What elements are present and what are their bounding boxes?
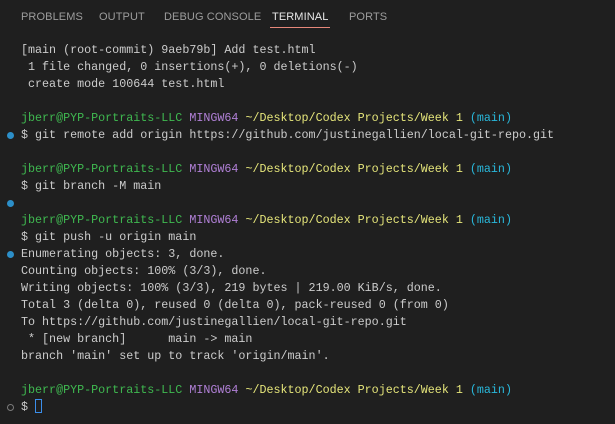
terminal-line: jberr@PYP-Portraits-LLC MINGW64 ~/Deskto… [0, 110, 615, 127]
terminal-line: $ git remote add origin https://github.c… [0, 127, 615, 144]
prompt-segment-yellow: ~/Desktop/Codex Projects/Week 1 [245, 383, 470, 397]
terminal-text: $ git push -u origin main [21, 230, 197, 244]
terminal-line: Total 3 (delta 0), reused 0 (delta 0), p… [0, 297, 615, 314]
tab-output[interactable]: OUTPUT [99, 11, 145, 23]
panel-tab-bar: PROBLEMS OUTPUT DEBUG CONSOLE TERMINAL P… [0, 0, 615, 34]
terminal-line: Writing objects: 100% (3/3), 219 bytes |… [0, 280, 615, 297]
terminal-line: * [new branch] main -> main [0, 331, 615, 348]
terminal-line: create mode 100644 test.html [0, 76, 615, 93]
command-decoration-success-icon[interactable] [7, 251, 14, 258]
command-decoration-pending-icon[interactable] [7, 404, 14, 411]
command-decoration-success-icon[interactable] [7, 132, 14, 139]
terminal-output[interactable]: [main (root-commit) 9aeb79b] Add test.ht… [0, 42, 615, 416]
terminal-line: $ git push -u origin main [0, 229, 615, 246]
prompt-segment-yellow: ~/Desktop/Codex Projects/Week 1 [245, 162, 470, 176]
terminal-line: jberr@PYP-Portraits-LLC MINGW64 ~/Deskto… [0, 382, 615, 399]
prompt-segment-yellow: ~/Desktop/Codex Projects/Week 1 [245, 111, 470, 125]
command-decoration-success-icon[interactable] [7, 200, 14, 207]
terminal-text: 1 file changed, 0 insertions(+), 0 delet… [21, 60, 358, 74]
tab-terminal[interactable]: TERMINAL [269, 11, 331, 28]
terminal-text: Total 3 (delta 0), reused 0 (delta 0), p… [21, 298, 449, 312]
terminal-line [0, 195, 615, 212]
prompt-segment-green: jberr@PYP-Portraits-LLC [21, 213, 190, 227]
prompt-segment-green: jberr@PYP-Portraits-LLC [21, 111, 190, 125]
terminal-text: $ git branch -M main [21, 179, 162, 193]
terminal-line: [main (root-commit) 9aeb79b] Add test.ht… [0, 42, 615, 59]
tab-debug-console[interactable]: DEBUG CONSOLE [164, 11, 261, 23]
terminal-text: Writing objects: 100% (3/3), 219 bytes |… [21, 281, 442, 295]
terminal-line: To https://github.com/justinegallien/loc… [0, 314, 615, 331]
terminal-text: [main (root-commit) 9aeb79b] Add test.ht… [21, 43, 316, 57]
terminal-line: 1 file changed, 0 insertions(+), 0 delet… [0, 59, 615, 76]
terminal-line: Enumerating objects: 3, done. [0, 246, 615, 263]
terminal-line: Counting objects: 100% (3/3), done. [0, 263, 615, 280]
terminal-text: create mode 100644 test.html [21, 77, 225, 91]
terminal-line: jberr@PYP-Portraits-LLC MINGW64 ~/Deskto… [0, 212, 615, 229]
prompt-segment-green: jberr@PYP-Portraits-LLC [21, 383, 190, 397]
prompt-segment-green: jberr@PYP-Portraits-LLC [21, 162, 190, 176]
prompt-segment-purple: MINGW64 [189, 162, 246, 176]
prompt-segment-cyan: (main) [469, 162, 512, 176]
terminal-cursor[interactable] [35, 399, 43, 413]
prompt-segment-cyan: (main) [469, 111, 512, 125]
prompt-segment-purple: MINGW64 [189, 383, 246, 397]
tab-ports[interactable]: PORTS [349, 11, 387, 23]
prompt-segment-cyan: (main) [469, 383, 512, 397]
prompt-segment-cyan: (main) [469, 213, 512, 227]
prompt-segment-yellow: ~/Desktop/Codex Projects/Week 1 [245, 213, 470, 227]
terminal-line: $ git branch -M main [0, 178, 615, 195]
terminal-text: Enumerating objects: 3, done. [21, 247, 225, 261]
terminal-text: * [new branch] main -> main [21, 332, 253, 346]
tab-problems[interactable]: PROBLEMS [21, 11, 83, 23]
terminal-text: $ [21, 400, 36, 414]
terminal-text: branch 'main' set up to track 'origin/ma… [21, 349, 330, 363]
terminal-text: $ git remote add origin https://github.c… [21, 128, 555, 142]
terminal-line: jberr@PYP-Portraits-LLC MINGW64 ~/Deskto… [0, 161, 615, 178]
terminal-text: Counting objects: 100% (3/3), done. [21, 264, 267, 278]
prompt-segment-purple: MINGW64 [189, 111, 246, 125]
terminal-line: $ [0, 399, 615, 416]
terminal-line: branch 'main' set up to track 'origin/ma… [0, 348, 615, 365]
prompt-segment-purple: MINGW64 [189, 213, 246, 227]
terminal-text: To https://github.com/justinegallien/loc… [21, 315, 407, 329]
